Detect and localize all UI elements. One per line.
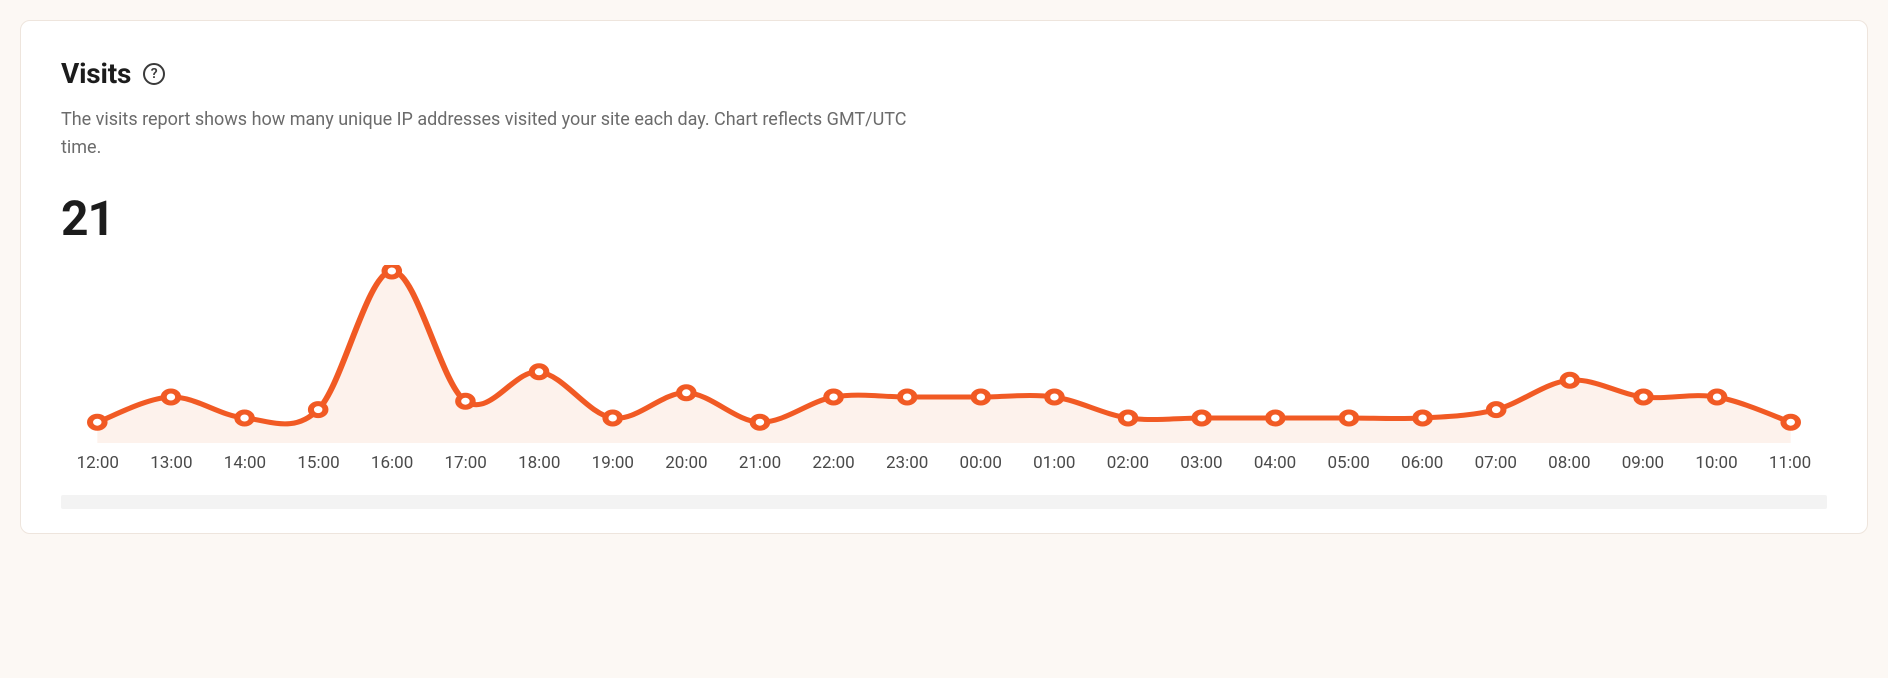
- chart-point[interactable]: [385, 265, 400, 277]
- chart-point[interactable]: [532, 366, 547, 378]
- x-tick: 15:00: [282, 453, 356, 473]
- x-tick: 01:00: [1018, 453, 1092, 473]
- chart-point[interactable]: [974, 391, 989, 403]
- chart-point[interactable]: [90, 416, 105, 428]
- x-tick: 19:00: [576, 453, 650, 473]
- chart-point[interactable]: [311, 403, 326, 415]
- x-tick: 09:00: [1606, 453, 1680, 473]
- chart-point[interactable]: [458, 395, 473, 407]
- chart-point[interactable]: [1121, 412, 1136, 424]
- chart-point[interactable]: [1783, 416, 1798, 428]
- x-tick: 03:00: [1165, 453, 1239, 473]
- x-tick: 00:00: [944, 453, 1018, 473]
- chart-point[interactable]: [1636, 391, 1651, 403]
- chart-point[interactable]: [605, 412, 620, 424]
- x-tick: 04:00: [1238, 453, 1312, 473]
- x-tick: 11:00: [1753, 453, 1827, 473]
- chart-point[interactable]: [1489, 403, 1504, 415]
- visits-card: Visits ? The visits report shows how man…: [20, 20, 1868, 534]
- chart-point[interactable]: [1268, 412, 1283, 424]
- chart-point[interactable]: [900, 391, 915, 403]
- chart-area-fill: [97, 271, 1790, 443]
- x-tick: 16:00: [355, 453, 429, 473]
- chart-footer-bar: [61, 495, 1827, 509]
- x-tick: 22:00: [797, 453, 871, 473]
- help-icon[interactable]: ?: [143, 63, 165, 85]
- x-tick: 05:00: [1312, 453, 1386, 473]
- x-tick: 20:00: [650, 453, 724, 473]
- card-title: Visits: [61, 57, 131, 90]
- x-tick: 12:00: [61, 453, 135, 473]
- chart-point[interactable]: [1415, 412, 1430, 424]
- chart-point[interactable]: [1047, 391, 1062, 403]
- x-tick: 02:00: [1091, 453, 1165, 473]
- chart-point[interactable]: [1194, 412, 1209, 424]
- chart-point[interactable]: [164, 391, 179, 403]
- x-tick: 13:00: [135, 453, 209, 473]
- visits-line-chart: [61, 265, 1827, 445]
- x-tick: 10:00: [1680, 453, 1754, 473]
- x-axis: 12:0013:0014:0015:0016:0017:0018:0019:00…: [61, 445, 1827, 473]
- x-tick: 17:00: [429, 453, 503, 473]
- x-tick: 18:00: [502, 453, 576, 473]
- x-tick: 14:00: [208, 453, 282, 473]
- chart-point[interactable]: [1563, 374, 1578, 386]
- chart-point[interactable]: [237, 412, 252, 424]
- card-description: The visits report shows how many unique …: [61, 106, 921, 162]
- x-tick: 23:00: [870, 453, 944, 473]
- chart-area: 12:0013:0014:0015:0016:0017:0018:0019:00…: [61, 265, 1827, 509]
- chart-point[interactable]: [753, 416, 768, 428]
- x-tick: 06:00: [1385, 453, 1459, 473]
- x-tick: 08:00: [1533, 453, 1607, 473]
- x-tick: 07:00: [1459, 453, 1533, 473]
- chart-point[interactable]: [1710, 391, 1725, 403]
- card-header: Visits ?: [61, 57, 1827, 90]
- chart-point[interactable]: [679, 387, 694, 399]
- chart-point[interactable]: [826, 391, 841, 403]
- x-tick: 21:00: [723, 453, 797, 473]
- chart-point[interactable]: [1342, 412, 1357, 424]
- visits-total: 21: [61, 190, 1827, 247]
